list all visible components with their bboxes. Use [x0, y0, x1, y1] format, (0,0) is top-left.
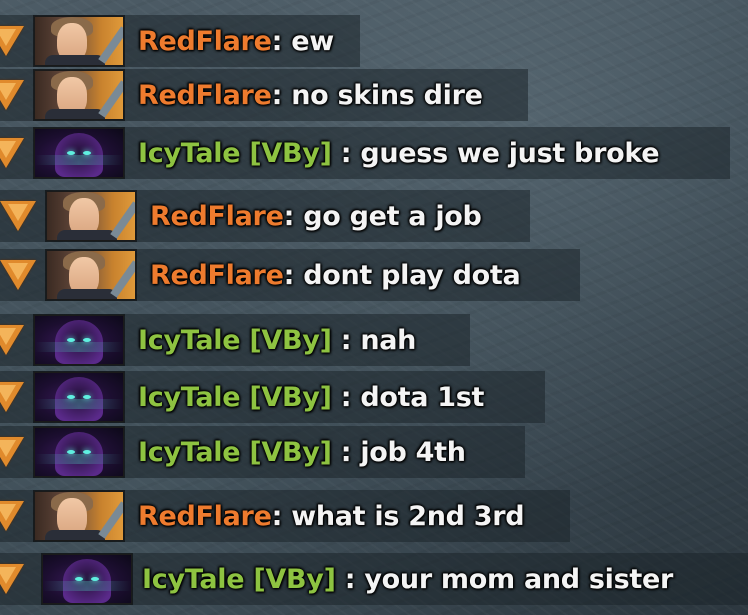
- team-triangle-icon: [0, 138, 24, 168]
- team-triangle-icon: [0, 26, 24, 56]
- hero-portrait-icytale[interactable]: [34, 427, 124, 477]
- message-text: nah: [360, 324, 417, 356]
- team-triangle-icon: [0, 325, 24, 355]
- message-text: ew: [291, 25, 334, 57]
- hero-portrait-icytale[interactable]: [34, 315, 124, 365]
- message-line: IcyTale [VBy] : dota 1st: [138, 382, 484, 413]
- player-name[interactable]: RedFlare: [150, 201, 284, 232]
- hero-portrait-redflare[interactable]: [34, 491, 124, 541]
- message-text: dota 1st: [360, 381, 485, 413]
- chat-message: RedFlare: what is 2nd 3rd: [0, 488, 570, 544]
- chat-message: IcyTale [VBy] : dota 1st: [0, 369, 545, 425]
- message-line: IcyTale [VBy] : nah: [138, 325, 416, 356]
- chat-message: RedFlare: ew: [0, 13, 360, 69]
- chat-message: IcyTale [VBy] : nah: [0, 312, 470, 368]
- chat-message: RedFlare: go get a job: [0, 188, 530, 244]
- chat-message: IcyTale [VBy] : your mom and sister: [0, 551, 748, 607]
- player-name[interactable]: IcyTale [VBy]: [138, 382, 332, 413]
- message-text: what is 2nd 3rd: [291, 500, 525, 532]
- team-triangle-icon: [0, 501, 24, 531]
- separator: :: [283, 259, 304, 291]
- separator: :: [335, 563, 365, 595]
- player-name[interactable]: RedFlare: [138, 26, 272, 57]
- message-line: RedFlare: ew: [138, 26, 334, 57]
- team-triangle-icon: [0, 437, 24, 467]
- team-triangle-icon: [0, 80, 24, 110]
- separator: :: [331, 381, 361, 413]
- hero-portrait-redflare[interactable]: [46, 250, 136, 300]
- team-triangle-icon: [0, 201, 36, 231]
- chat-message: RedFlare: no skins dire: [0, 67, 528, 123]
- message-line: IcyTale [VBy] : your mom and sister: [142, 564, 673, 595]
- message-text: no skins dire: [291, 79, 483, 111]
- player-name[interactable]: RedFlare: [150, 260, 284, 291]
- team-triangle-icon: [0, 260, 36, 290]
- player-name[interactable]: IcyTale [VBy]: [138, 138, 332, 169]
- message-line: RedFlare: go get a job: [150, 201, 482, 232]
- separator: :: [271, 79, 292, 111]
- player-name[interactable]: RedFlare: [138, 501, 272, 532]
- message-line: IcyTale [VBy] : job 4th: [138, 437, 466, 468]
- message-line: RedFlare: dont play dota: [150, 259, 521, 291]
- player-name[interactable]: IcyTale [VBy]: [142, 564, 336, 595]
- message-text: go get a job: [303, 200, 482, 232]
- hero-portrait-icytale[interactable]: [42, 554, 132, 604]
- message-line: RedFlare: no skins dire: [138, 80, 483, 111]
- chat-log: RedFlare: ew RedFlare: no skins dire Icy…: [0, 0, 748, 615]
- player-name[interactable]: IcyTale [VBy]: [138, 325, 332, 356]
- player-name[interactable]: RedFlare: [138, 80, 272, 111]
- message-text: job 4th: [360, 436, 466, 468]
- separator: :: [331, 324, 361, 356]
- hero-portrait-icytale[interactable]: [34, 372, 124, 422]
- separator: :: [331, 137, 361, 169]
- message-text: dont play dota: [303, 259, 521, 291]
- separator: :: [283, 200, 304, 232]
- message-text: guess we just broke: [360, 137, 660, 169]
- chat-message: IcyTale [VBy] : job 4th: [0, 424, 525, 480]
- player-name[interactable]: IcyTale [VBy]: [138, 437, 332, 468]
- separator: :: [271, 25, 292, 57]
- hero-portrait-redflare[interactable]: [34, 70, 124, 120]
- chat-message: RedFlare: dont play dota: [0, 247, 580, 303]
- message-line: IcyTale [VBy] : guess we just broke: [138, 137, 660, 169]
- chat-message: IcyTale [VBy] : guess we just broke: [0, 125, 730, 181]
- hero-portrait-redflare[interactable]: [34, 16, 124, 66]
- message-text: your mom and sister: [364, 563, 674, 595]
- team-triangle-icon: [0, 564, 24, 594]
- separator: :: [331, 436, 361, 468]
- hero-portrait-icytale[interactable]: [34, 128, 124, 178]
- hero-portrait-redflare[interactable]: [46, 191, 136, 241]
- team-triangle-icon: [0, 382, 24, 412]
- separator: :: [271, 500, 292, 532]
- message-line: RedFlare: what is 2nd 3rd: [138, 500, 525, 532]
